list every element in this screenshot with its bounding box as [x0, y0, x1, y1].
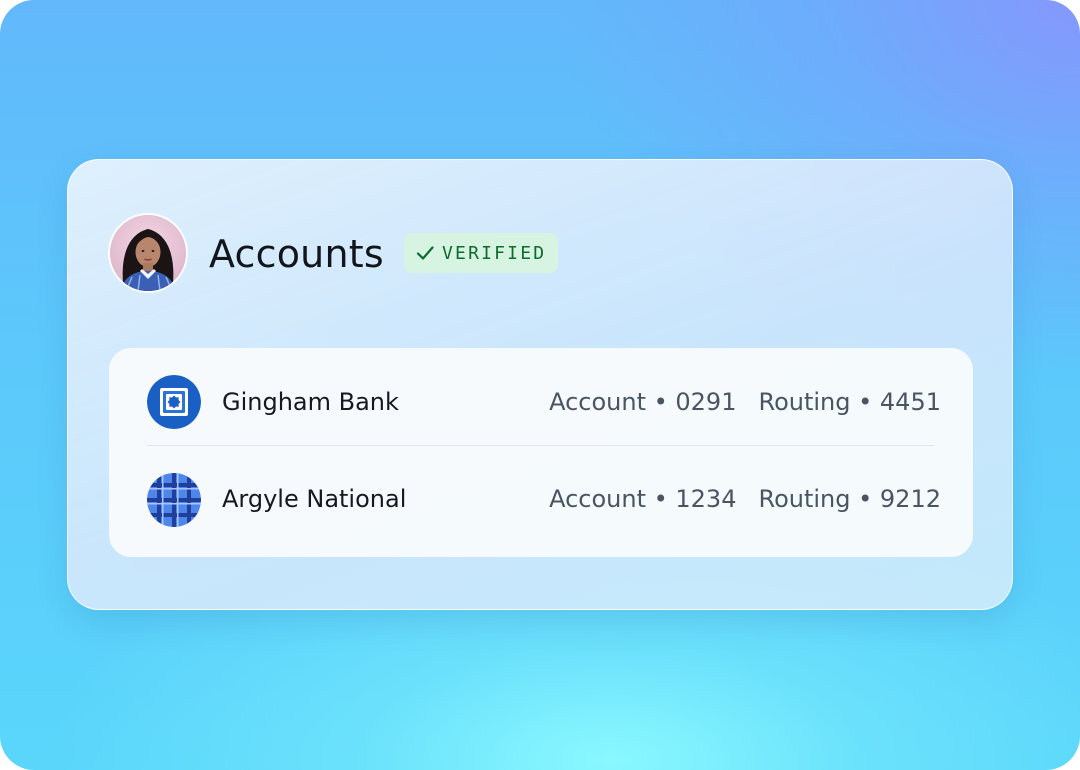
bank-name: Argyle National [222, 485, 407, 513]
argyle-national-logo-icon [147, 473, 201, 527]
avatar-image [110, 215, 186, 291]
account-details: Account • 0291 Routing • 4451 [549, 386, 941, 418]
account-number: Account • 0291 [549, 388, 737, 416]
verified-badge: VERIFIED [404, 233, 559, 273]
account-number: Account • 1234 [549, 485, 737, 513]
checkmark-icon [416, 246, 434, 260]
page-title: Accounts [209, 232, 384, 276]
avatar [108, 213, 188, 293]
accounts-list: Gingham Bank Account • 0291 Routing • 445… [109, 348, 973, 557]
account-details: Account • 1234 Routing • 9212 [549, 483, 941, 515]
gingham-bank-logo-icon [147, 375, 201, 429]
accounts-card: Accounts VERIFIED Gingham Bank Account •… [67, 159, 1013, 610]
account-row-gingham-bank[interactable]: Gingham Bank Account • 0291 Routing • 445… [109, 348, 973, 444]
bank-name: Gingham Bank [222, 388, 399, 416]
routing-number: Routing • 9212 [758, 485, 941, 513]
verified-badge-label: VERIFIED [442, 242, 547, 264]
background: Accounts VERIFIED Gingham Bank Account •… [0, 0, 1080, 770]
account-row-argyle-national[interactable]: Argyle National Account • 1234 Routing • … [109, 445, 973, 541]
routing-number: Routing • 4451 [758, 388, 941, 416]
